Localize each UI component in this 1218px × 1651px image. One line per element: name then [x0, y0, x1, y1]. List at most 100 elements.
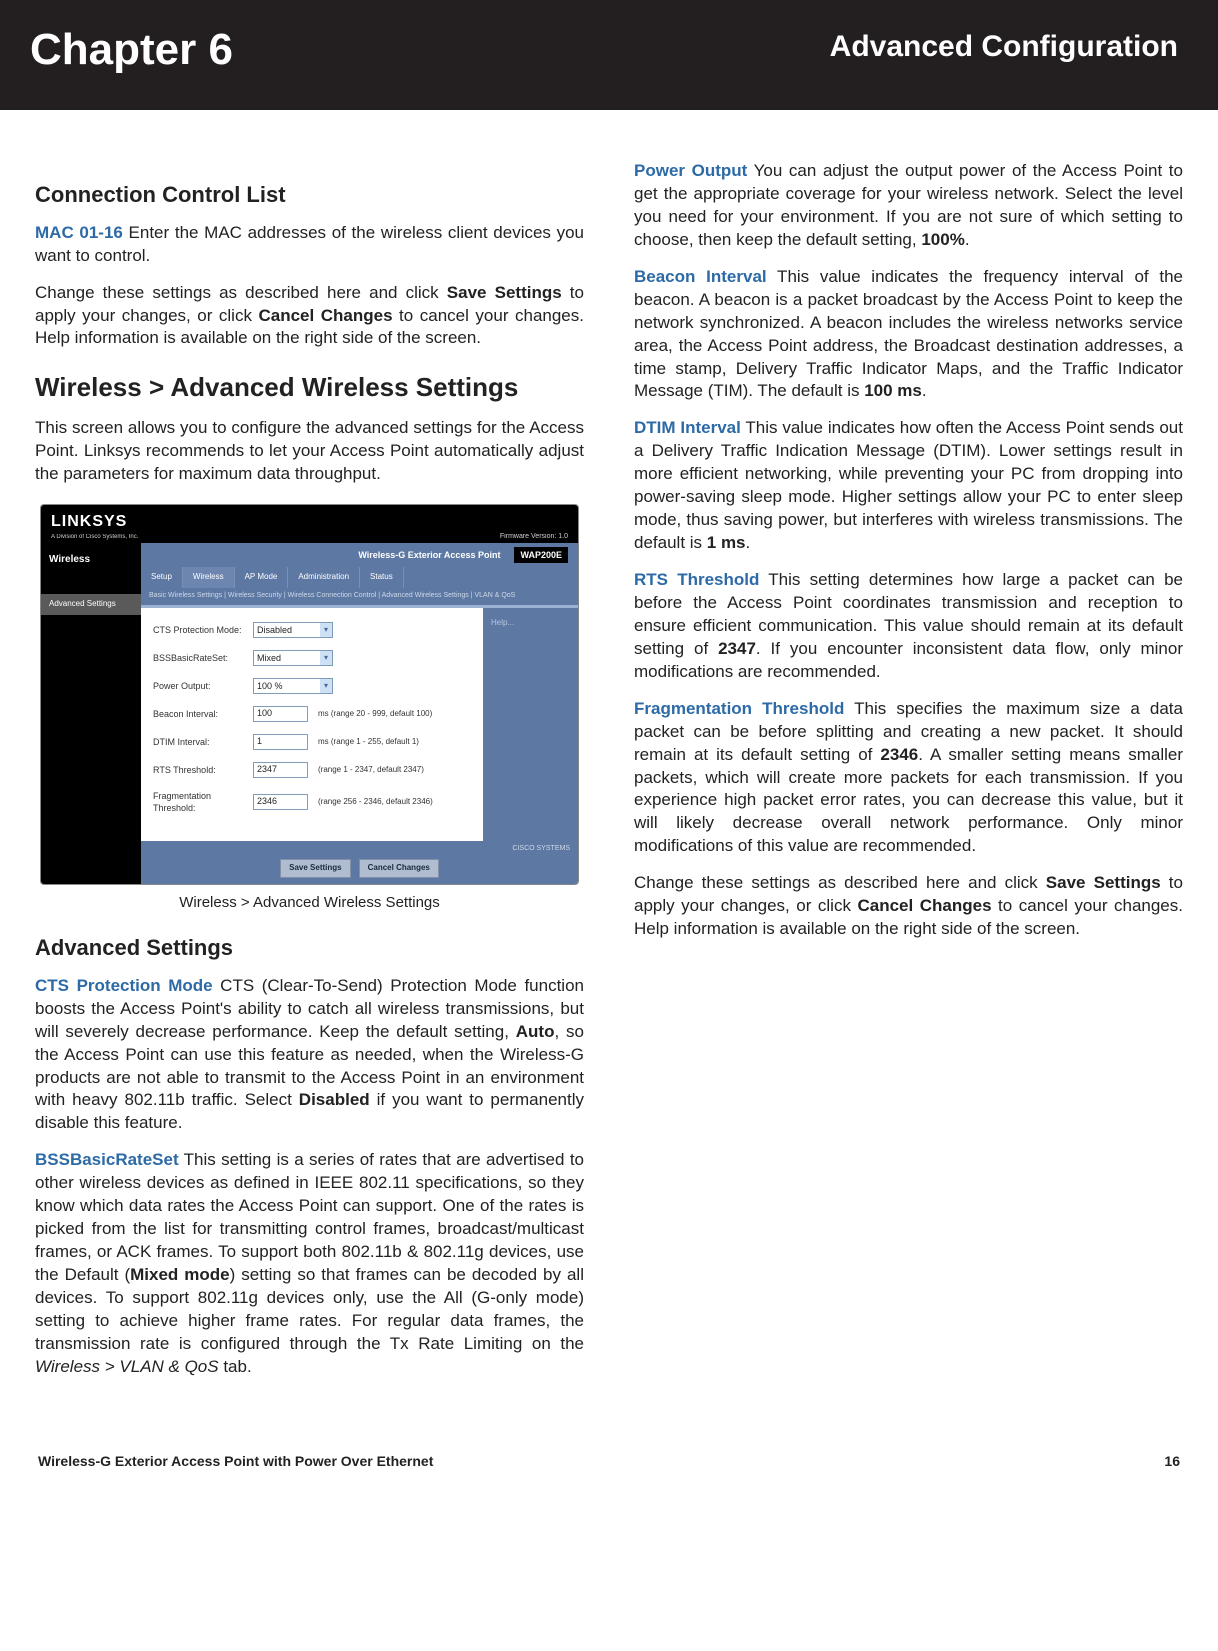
- val: Mixed: [257, 652, 281, 664]
- row-frag: Fragmentation Threshold:2346 (range 256 -…: [153, 790, 471, 814]
- para-dtim: DTIM Interval This value indicates how o…: [634, 417, 1183, 555]
- row-power: Power Output: 100 % ▾: [153, 678, 471, 694]
- fig-footer: Save Settings Cancel Changes: [141, 853, 578, 884]
- linksys-sublogo: A Division of Cisco Systems, Inc.: [51, 533, 138, 541]
- hint-beacon: ms (range 20 - 999, default 100): [318, 709, 432, 720]
- bold-cancel: Cancel Changes: [857, 896, 991, 915]
- t: .: [922, 381, 927, 400]
- lead-power: Power Output: [634, 161, 747, 180]
- footer-product: Wireless-G Exterior Access Point with Po…: [38, 1453, 433, 1469]
- fig-main: Wireless-G Exterior Access Point WAP200E…: [141, 543, 578, 884]
- t: This setting is a series of rates that a…: [35, 1150, 584, 1284]
- chevron-down-icon: ▾: [320, 679, 332, 693]
- bold-auto: Auto: [516, 1022, 555, 1041]
- lbl-bss: BSSBasicRateSet:: [153, 652, 253, 664]
- row-dtim: DTIM Interval:1 ms (range 1 - 255, defaul…: [153, 734, 471, 750]
- lbl-power: Power Output:: [153, 680, 253, 692]
- para-mac: MAC 01-16 Enter the MAC addresses of the…: [35, 222, 584, 268]
- section-title: Advanced Configuration: [830, 30, 1178, 64]
- tab-wireless[interactable]: Wireless: [183, 567, 235, 588]
- para-cts: CTS Protection Mode CTS (Clear-To-Send) …: [35, 975, 584, 1136]
- tab-setup[interactable]: Setup: [141, 567, 183, 588]
- italic-tab: Wireless > VLAN & QoS: [35, 1357, 219, 1376]
- row-rts: RTS Threshold:2347(range 1 - 2347, defau…: [153, 762, 471, 778]
- para-rts: RTS Threshold This setting determines ho…: [634, 569, 1183, 684]
- tab-status[interactable]: Status: [360, 567, 404, 588]
- select-bss[interactable]: Mixed ▾: [253, 650, 333, 666]
- fig-settings: CTS Protection Mode: Disabled ▾ BSSBasicRa…: [141, 608, 578, 840]
- fig-body: Wireless Advanced Settings Wireless-G Ex…: [41, 543, 578, 884]
- fig-model: WAP200E: [514, 547, 568, 563]
- fig-tabs: Setup Wireless AP Mode Administration St…: [141, 567, 578, 588]
- sidebar-advanced-settings: Advanced Settings: [41, 594, 141, 615]
- bold-cancel: Cancel Changes: [258, 306, 392, 325]
- para-power: Power Output You can adjust the output p…: [634, 160, 1183, 252]
- sidebar-wireless[interactable]: Wireless: [41, 543, 141, 577]
- para-change1: Change these settings as described here …: [35, 282, 584, 351]
- para-bss: BSSBasicRateSet This setting is a series…: [35, 1149, 584, 1378]
- fig-subtabs[interactable]: Basic Wireless Settings | Wireless Secur…: [141, 588, 578, 605]
- hint-dtim: ms (range 1 - 255, default 1): [318, 737, 419, 748]
- lbl-rts: RTS Threshold:: [153, 764, 253, 776]
- input-beacon[interactable]: 100: [253, 706, 308, 722]
- fig-logo-bar: LINKSYS A Division of Cisco Systems, Inc…: [41, 505, 578, 543]
- val: Disabled: [257, 624, 292, 636]
- fig-title: Wireless-G Exterior Access Point: [358, 549, 500, 561]
- content-area: Connection Control List MAC 01-16 Enter …: [0, 110, 1218, 1433]
- t: Change these settings as described here …: [634, 873, 1046, 892]
- para-aws: This screen allows you to configure the …: [35, 417, 584, 486]
- page-footer: Wireless-G Exterior Access Point with Po…: [0, 1433, 1218, 1499]
- lead-rts: RTS Threshold: [634, 570, 759, 589]
- bold-save: Save Settings: [447, 283, 562, 302]
- bold-mixed: Mixed mode: [130, 1265, 230, 1284]
- chevron-down-icon: ▾: [320, 651, 332, 665]
- input-rts[interactable]: 2347: [253, 762, 308, 778]
- lbl-frag: Fragmentation Threshold:: [153, 790, 253, 814]
- lbl-cts: CTS Protection Mode:: [153, 624, 253, 636]
- lead-bss: BSSBasicRateSet: [35, 1150, 179, 1169]
- save-settings-button[interactable]: Save Settings: [280, 859, 350, 878]
- input-dtim[interactable]: 1: [253, 734, 308, 750]
- t: tab.: [219, 1357, 252, 1376]
- t: Change these settings as described here …: [35, 283, 447, 302]
- tab-admin[interactable]: Administration: [288, 567, 360, 588]
- tab-apmode[interactable]: AP Mode: [235, 567, 289, 588]
- fig-title-row: Wireless-G Exterior Access Point WAP200E: [141, 543, 578, 567]
- bold-1ms: 1 ms: [707, 533, 746, 552]
- linksys-logo: LINKSYS: [51, 511, 138, 533]
- para-change2: Change these settings as described here …: [634, 872, 1183, 941]
- bold-save: Save Settings: [1046, 873, 1161, 892]
- t: .: [965, 230, 970, 249]
- hint-frag: (range 256 - 2346, default 2346): [318, 797, 433, 808]
- row-cts: CTS Protection Mode: Disabled ▾: [153, 622, 471, 638]
- left-column: Connection Control List MAC 01-16 Enter …: [35, 160, 584, 1393]
- chevron-down-icon: ▾: [320, 623, 332, 637]
- lead-cts: CTS Protection Mode: [35, 976, 213, 995]
- heading-wireless-advanced: Wireless > Advanced Wireless Settings: [35, 370, 584, 405]
- fig-form: CTS Protection Mode: Disabled ▾ BSSBasicRa…: [141, 608, 483, 840]
- input-frag[interactable]: 2346: [253, 794, 308, 810]
- select-power[interactable]: 100 % ▾: [253, 678, 333, 694]
- select-cts[interactable]: Disabled ▾: [253, 622, 333, 638]
- page-header: Chapter 6 Advanced Configuration: [0, 0, 1218, 110]
- heading-connection-control: Connection Control List: [35, 180, 584, 210]
- firmware-version: Firmware Version: 1.0: [500, 532, 568, 541]
- fig-sidebar: Wireless Advanced Settings: [41, 543, 141, 884]
- bold-disabled: Disabled: [299, 1090, 370, 1109]
- help-link[interactable]: Help...: [491, 618, 514, 627]
- t: .: [746, 533, 751, 552]
- bold-2347: 2347: [718, 639, 756, 658]
- cancel-changes-button[interactable]: Cancel Changes: [359, 859, 439, 878]
- bold-2346: 2346: [880, 745, 918, 764]
- para-beacon: Beacon Interval This value indicates the…: [634, 266, 1183, 404]
- cisco-logo: CISCO SYSTEMS: [141, 841, 578, 853]
- right-column: Power Output You can adjust the output p…: [634, 160, 1183, 1393]
- heading-advanced-settings: Advanced Settings: [35, 933, 584, 963]
- lead-frag: Fragmentation Threshold: [634, 699, 844, 718]
- lbl-dtim: DTIM Interval:: [153, 736, 253, 748]
- para-frag: Fragmentation Threshold This specifies t…: [634, 698, 1183, 859]
- lead-dtim: DTIM Interval: [634, 418, 741, 437]
- val: 100 %: [257, 680, 283, 692]
- bold-100ms: 100 ms: [864, 381, 922, 400]
- fig-logo-block: LINKSYS A Division of Cisco Systems, Inc…: [51, 511, 138, 541]
